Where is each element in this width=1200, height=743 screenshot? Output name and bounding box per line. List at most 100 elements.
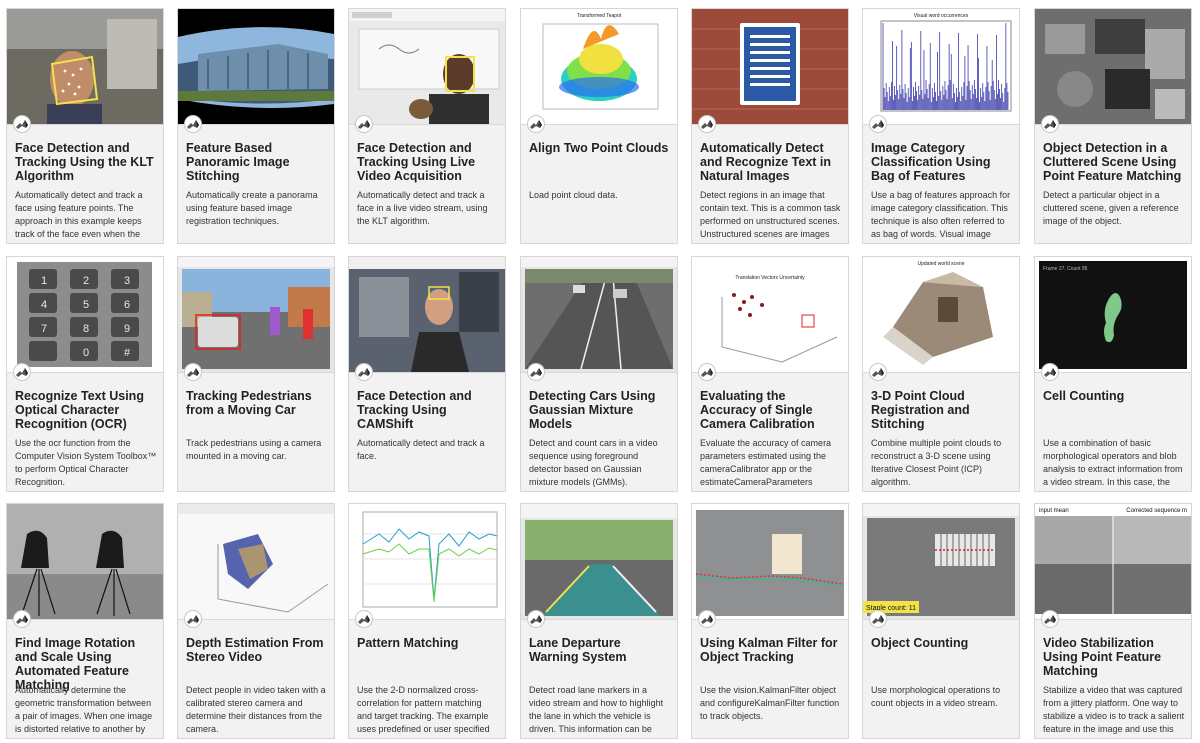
svg-text:Visual word occurrences: Visual word occurrences: [914, 13, 969, 19]
example-card[interactable]: input mean Corrected sequence m Video Stab…: [1034, 503, 1192, 739]
example-title[interactable]: Depth Estimation From Stereo Video: [186, 636, 328, 664]
example-title[interactable]: Face Detection and Tracking Using CAMShi…: [357, 389, 499, 431]
svg-text:input mean: input mean: [1039, 508, 1069, 514]
cameraman-thumbnail[interactable]: [7, 504, 163, 620]
example-title[interactable]: Face Detection and Tracking Using Live V…: [357, 141, 499, 183]
example-title[interactable]: Image Category Classification Using Bag …: [871, 141, 1013, 183]
example-card[interactable]: Tracking Pedestrians from a Moving Car Tr…: [177, 256, 335, 492]
pattern-plot-thumbnail[interactable]: [349, 504, 505, 620]
example-description: Track pedestrians using a camera mounted…: [186, 438, 322, 461]
example-title[interactable]: Feature Based Panoramic Image Stitching: [186, 141, 328, 183]
svg-text:Transformed Teapot: Transformed Teapot: [577, 13, 622, 19]
kalman-thumbnail[interactable]: [692, 504, 848, 620]
example-description: Use morphological operations to count ob…: [871, 685, 1001, 708]
matlab-logo-icon: [527, 610, 545, 628]
example-description: Detect regions in an image that contain …: [700, 190, 841, 239]
example-title[interactable]: Object Detection in a Cluttered Scene Us…: [1043, 141, 1185, 183]
example-card[interactable]: Face Detection and Tracking Using the KL…: [6, 8, 164, 244]
example-description: Detect a particular object in a cluttere…: [1043, 190, 1179, 226]
matlab-logo-icon: [13, 363, 31, 381]
example-title[interactable]: Evaluating the Accuracy of Single Camera…: [700, 389, 842, 431]
example-card[interactable]: Face Detection and Tracking Using CAMShi…: [348, 256, 506, 492]
example-card[interactable]: Frame 27, Count 95 Cell Counting Use a com…: [1034, 256, 1192, 492]
cells-thumbnail[interactable]: Frame 27, Count 95: [1035, 257, 1191, 373]
matlab-logo-icon: [355, 363, 373, 381]
example-title[interactable]: Video Stabilization Using Point Feature …: [1043, 636, 1185, 678]
live-video-thumbnail[interactable]: [349, 9, 505, 125]
camshift-thumbnail[interactable]: [349, 257, 505, 373]
matlab-logo-icon: [698, 363, 716, 381]
example-card[interactable]: 1 2 3 4 5 6 7 8 9 0 # Recognize Text Using Optical …: [6, 256, 164, 492]
example-title[interactable]: Lane Departure Warning System: [529, 636, 671, 664]
svg-text:4: 4: [41, 299, 47, 311]
svg-text:5: 5: [83, 299, 89, 311]
example-title[interactable]: Using Kalman Filter for Object Tracking: [700, 636, 842, 664]
face-tracking-thumbnail[interactable]: [7, 9, 163, 125]
example-card[interactable]: Object Detection in a Cluttered Scene Us…: [1034, 8, 1192, 244]
keypad-thumbnail[interactable]: 1 2 3 4 5 6 7 8 9 0 #: [7, 257, 163, 373]
example-title[interactable]: Automatically Detect and Recognize Text …: [700, 141, 842, 183]
matlab-logo-icon: [355, 610, 373, 628]
example-title[interactable]: Align Two Point Clouds: [529, 141, 671, 155]
example-card[interactable]: Visual word occurrences Image Category Cl…: [862, 8, 1020, 244]
matlab-logo-icon: [698, 115, 716, 133]
panorama-thumbnail[interactable]: [178, 9, 334, 125]
svg-text:Translation Vectors Uncertaint: Translation Vectors Uncertainty: [735, 275, 805, 281]
example-description: Use the 2-D normalized cross-correlation…: [357, 685, 490, 734]
depth-thumbnail[interactable]: [178, 504, 334, 620]
example-card[interactable]: Depth Estimation From Stereo Video Detect…: [177, 503, 335, 739]
example-title[interactable]: Recognize Text Using Optical Character R…: [15, 389, 157, 431]
example-card[interactable]: Find Image Rotation and Scale Using Auto…: [6, 503, 164, 739]
stabilization-thumbnail[interactable]: input mean Corrected sequence m: [1035, 504, 1191, 620]
example-title[interactable]: Pattern Matching: [357, 636, 499, 650]
example-card[interactable]: Automatically Detect and Recognize Text …: [691, 8, 849, 244]
matlab-logo-icon: [527, 363, 545, 381]
sign-thumbnail[interactable]: [692, 9, 848, 125]
histogram-thumbnail[interactable]: Visual word occurrences: [863, 9, 1019, 125]
street-thumbnail[interactable]: [178, 257, 334, 373]
svg-text:3: 3: [124, 275, 130, 287]
example-description: Automatically detect and track a face.: [357, 438, 485, 461]
example-description: Automatically determine the geometric tr…: [15, 685, 153, 734]
calibration-plot-thumbnail[interactable]: Translation Vectors Uncertainty: [692, 257, 848, 373]
matlab-logo-icon: [869, 115, 887, 133]
example-card[interactable]: Feature Based Panoramic Image Stitching A…: [177, 8, 335, 244]
lane-thumbnail[interactable]: [521, 504, 677, 620]
example-title[interactable]: Face Detection and Tracking Using the KL…: [15, 141, 157, 183]
example-card[interactable]: Staple count: 11 Object Counting Use morph…: [862, 503, 1020, 739]
example-card[interactable]: Detecting Cars Using Gaussian Mixture Mo…: [520, 256, 678, 492]
example-card[interactable]: Pattern Matching Use the 2-D normalized c…: [348, 503, 506, 739]
example-card[interactable]: Using Kalman Filter for Object Tracking U…: [691, 503, 849, 739]
matlab-logo-icon: [355, 115, 373, 133]
example-card[interactable]: Updated world scene 3-D Point Cloud Regis…: [862, 256, 1020, 492]
example-description: Evaluate the accuracy of camera paramete…: [700, 438, 832, 487]
svg-text:2: 2: [83, 275, 89, 287]
svg-text:1: 1: [41, 275, 47, 287]
example-description: Use a combination of basic morphological…: [1043, 438, 1183, 487]
example-title[interactable]: 3-D Point Cloud Registration and Stitchi…: [871, 389, 1013, 431]
point-cloud-scene-thumbnail[interactable]: Updated world scene: [863, 257, 1019, 373]
staples-thumbnail[interactable]: Staple count: 11: [863, 504, 1019, 620]
example-title[interactable]: Cell Counting: [1043, 389, 1185, 403]
svg-text:8: 8: [83, 323, 89, 335]
example-card[interactable]: Translation Vectors Uncertainty Evaluatin…: [691, 256, 849, 492]
cluttered-scene-thumbnail[interactable]: [1035, 9, 1191, 125]
example-card[interactable]: Lane Departure Warning System Detect road…: [520, 503, 678, 739]
example-description: Detect people in video taken with a cali…: [186, 685, 326, 734]
examples-gallery: Face Detection and Tracking Using the KL…: [0, 0, 1200, 743]
example-title[interactable]: Tracking Pedestrians from a Moving Car: [186, 389, 328, 417]
matlab-logo-icon: [184, 115, 202, 133]
highway-thumbnail[interactable]: [521, 257, 677, 373]
teapot-thumbnail[interactable]: Transformed Teapot: [521, 9, 677, 125]
example-description: Detect and count cars in a video sequenc…: [529, 438, 658, 487]
example-card[interactable]: Transformed Teapot Align Two Point Clouds…: [520, 8, 678, 244]
matlab-logo-icon: [1041, 610, 1059, 628]
svg-text:Corrected sequence m: Corrected sequence m: [1126, 508, 1187, 514]
example-card[interactable]: Face Detection and Tracking Using Live V…: [348, 8, 506, 244]
svg-text:Frame 27, Count 95: Frame 27, Count 95: [1043, 266, 1088, 272]
svg-text:7: 7: [41, 323, 47, 335]
example-title[interactable]: Detecting Cars Using Gaussian Mixture Mo…: [529, 389, 671, 431]
example-title[interactable]: Object Counting: [871, 636, 1013, 650]
example-description: Use the ocr function from the Computer V…: [15, 438, 157, 487]
example-description: Automatically detect and track a face us…: [15, 190, 143, 239]
